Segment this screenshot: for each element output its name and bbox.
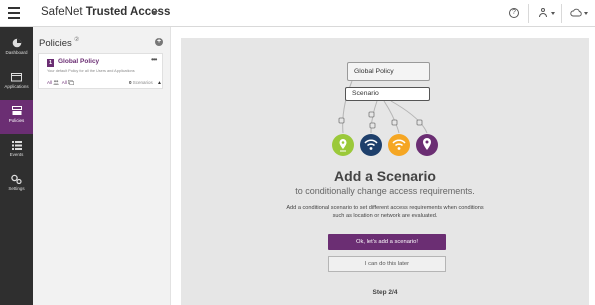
more-options-icon[interactable]: ••• xyxy=(151,55,157,64)
add-policy-button[interactable]: + xyxy=(155,38,163,46)
apps-icon xyxy=(68,80,75,86)
divider xyxy=(561,4,562,23)
main-content: Global Policy Scenario Add a Scenario to… xyxy=(171,27,595,305)
user-icon[interactable] xyxy=(538,8,548,18)
user-menu-chevron-icon[interactable] xyxy=(551,12,555,15)
cloud-menu-chevron-icon[interactable] xyxy=(584,12,588,15)
window-icon xyxy=(11,73,22,82)
nav-label: Dashboard xyxy=(5,50,28,55)
divider xyxy=(528,4,529,23)
step-indicator: Step 2/4 xyxy=(372,289,398,296)
global-policy-node: Global Policy xyxy=(347,62,430,81)
app-title-regular: SafeNet xyxy=(41,6,86,18)
wizard-title: Add a Scenario xyxy=(334,168,436,184)
nav-label: Applications xyxy=(4,84,29,89)
nav-label: Policies xyxy=(8,118,25,123)
nav-item-events[interactable]: Events xyxy=(0,134,33,168)
pie-chart-icon xyxy=(12,38,21,48)
policy-scope: All All xyxy=(47,80,75,86)
policy-description: Your default Policy for all the Users an… xyxy=(47,69,135,73)
side-nav: Dashboard Applications Policies Events S… xyxy=(0,27,33,305)
policy-card-global[interactable]: 1 Global Policy ••• Your default Policy … xyxy=(38,53,163,89)
nav-item-policies[interactable]: Policies xyxy=(0,100,33,134)
scenario-count-label: Scenarios xyxy=(132,80,153,85)
policies-icon xyxy=(11,106,22,115)
add-scenario-button[interactable]: Ok, let's add a scenario! xyxy=(328,234,446,250)
flow-connectors xyxy=(332,80,438,156)
wifi-icon xyxy=(360,134,382,156)
policies-panel: Policies ② + 1 Global Policy ••• Your de… xyxy=(33,27,171,305)
collapse-chevron-icon[interactable]: ▲ xyxy=(157,80,162,86)
nav-label: Events xyxy=(9,152,24,157)
apps-scope[interactable]: All xyxy=(62,80,67,85)
scenario-node: Scenario xyxy=(345,87,430,101)
scenario-count-value: 0 xyxy=(129,80,132,85)
app-title[interactable]: SafeNet Trusted Access xyxy=(41,6,170,18)
nav-label: Settings xyxy=(8,186,25,191)
cloud-icon[interactable] xyxy=(570,8,582,17)
users-icon xyxy=(53,80,60,86)
wifi-icon xyxy=(388,134,410,156)
later-button[interactable]: I can do this later xyxy=(328,256,446,272)
chevron-down-icon[interactable] xyxy=(152,11,158,15)
nav-item-applications[interactable]: Applications xyxy=(0,66,33,100)
nav-item-settings[interactable]: Settings xyxy=(0,168,33,202)
hamburger-menu-icon[interactable] xyxy=(8,7,20,19)
help-circle-icon[interactable]: ? xyxy=(509,8,519,18)
gear-icon xyxy=(11,174,22,184)
info-icon[interactable]: ② xyxy=(74,36,79,43)
priority-badge: 1 xyxy=(47,59,54,67)
policies-title: Policies xyxy=(39,38,72,49)
top-bar: SafeNet Trusted Access ? xyxy=(0,0,595,27)
policy-name[interactable]: Global Policy xyxy=(58,58,99,65)
wizard-description: Add a conditional scenario to set differ… xyxy=(286,205,484,219)
list-icon xyxy=(11,141,22,150)
scenario-wizard: Global Policy Scenario Add a Scenario to… xyxy=(181,38,589,305)
wizard-subtitle: to conditionally change access requireme… xyxy=(295,186,475,196)
users-scope[interactable]: All xyxy=(47,80,52,85)
nav-item-dashboard[interactable]: Dashboard xyxy=(0,32,33,66)
scenario-count: 0 Scenarios xyxy=(129,80,153,85)
